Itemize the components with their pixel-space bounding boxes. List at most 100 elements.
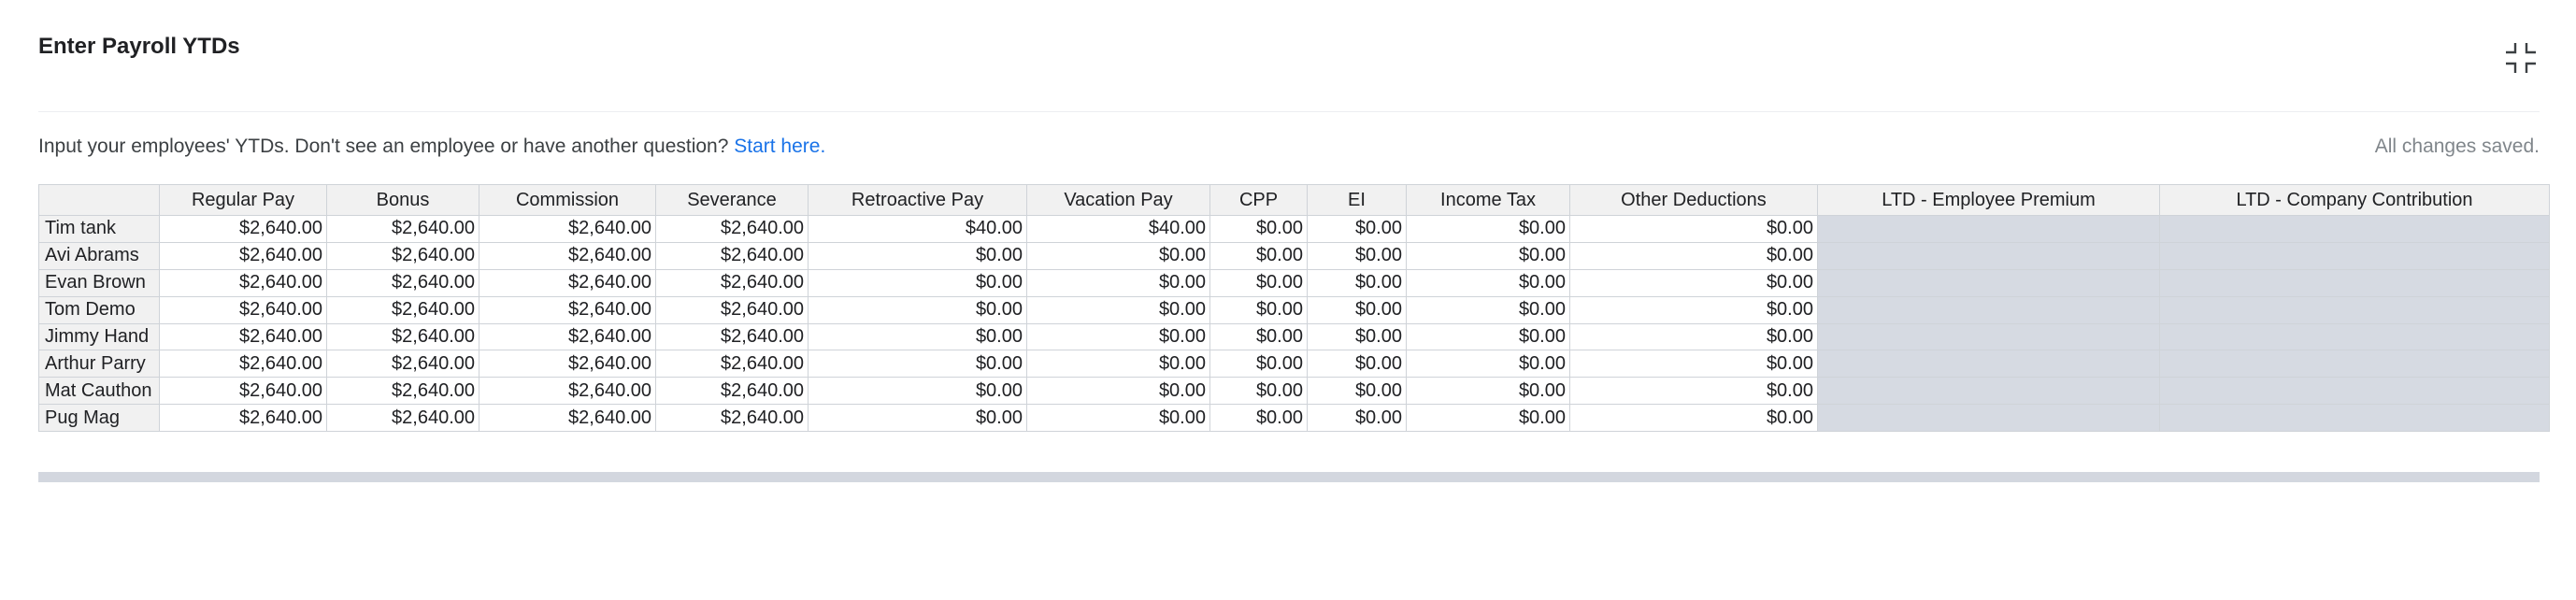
value-cell[interactable]: $0.00 bbox=[1209, 215, 1308, 243]
column-header-ltd-employee-premium[interactable]: LTD - Employee Premium bbox=[1817, 184, 2160, 216]
value-cell[interactable]: $0.00 bbox=[1209, 404, 1308, 433]
column-header-commission[interactable]: Commission bbox=[479, 184, 656, 216]
value-cell[interactable]: $0.00 bbox=[1209, 350, 1308, 379]
value-cell[interactable]: $2,640.00 bbox=[159, 295, 327, 324]
value-cell[interactable]: $0.00 bbox=[1569, 241, 1818, 270]
value-cell[interactable]: $2,640.00 bbox=[655, 241, 809, 270]
value-cell[interactable]: $2,640.00 bbox=[655, 350, 809, 379]
value-cell[interactable]: $2,640.00 bbox=[655, 404, 809, 433]
disabled-cell bbox=[2159, 350, 2550, 379]
value-cell[interactable]: $0.00 bbox=[1209, 268, 1308, 297]
value-cell[interactable]: $0.00 bbox=[1307, 215, 1407, 243]
value-cell[interactable]: $2,640.00 bbox=[326, 350, 479, 379]
column-header-severance[interactable]: Severance bbox=[655, 184, 809, 216]
value-cell[interactable]: $0.00 bbox=[808, 322, 1027, 351]
value-cell[interactable]: $0.00 bbox=[1209, 295, 1308, 324]
column-header-vacation-pay[interactable]: Vacation Pay bbox=[1026, 184, 1210, 216]
value-cell[interactable]: $0.00 bbox=[1406, 377, 1570, 406]
column-header-retroactive-pay[interactable]: Retroactive Pay bbox=[808, 184, 1027, 216]
value-cell[interactable]: $2,640.00 bbox=[655, 322, 809, 351]
value-cell[interactable]: $2,640.00 bbox=[655, 268, 809, 297]
value-cell[interactable]: $2,640.00 bbox=[159, 268, 327, 297]
value-cell[interactable]: $0.00 bbox=[1026, 241, 1210, 270]
value-cell[interactable]: $2,640.00 bbox=[655, 215, 809, 243]
value-cell[interactable]: $0.00 bbox=[1569, 268, 1818, 297]
value-cell[interactable]: $0.00 bbox=[1307, 268, 1407, 297]
value-cell[interactable]: $0.00 bbox=[808, 241, 1027, 270]
value-cell[interactable]: $2,640.00 bbox=[655, 377, 809, 406]
value-cell[interactable]: $0.00 bbox=[1406, 322, 1570, 351]
value-cell[interactable]: $2,640.00 bbox=[479, 350, 656, 379]
value-cell[interactable]: $40.00 bbox=[808, 215, 1027, 243]
value-cell[interactable]: $0.00 bbox=[1026, 322, 1210, 351]
value-cell[interactable]: $0.00 bbox=[808, 295, 1027, 324]
value-cell[interactable]: $0.00 bbox=[1406, 268, 1570, 297]
value-cell[interactable]: $0.00 bbox=[1026, 404, 1210, 433]
value-cell[interactable]: $2,640.00 bbox=[326, 241, 479, 270]
value-cell[interactable]: $2,640.00 bbox=[326, 295, 479, 324]
value-cell[interactable]: $0.00 bbox=[1209, 377, 1308, 406]
column-header-bonus[interactable]: Bonus bbox=[326, 184, 479, 216]
value-cell[interactable]: $2,640.00 bbox=[326, 404, 479, 433]
value-cell[interactable]: $0.00 bbox=[1569, 215, 1818, 243]
value-cell[interactable]: $0.00 bbox=[1026, 350, 1210, 379]
value-cell[interactable]: $0.00 bbox=[808, 377, 1027, 406]
value-cell[interactable]: $2,640.00 bbox=[655, 295, 809, 324]
value-cell[interactable]: $0.00 bbox=[1406, 295, 1570, 324]
value-cell[interactable]: $0.00 bbox=[1209, 241, 1308, 270]
value-cell[interactable]: $2,640.00 bbox=[159, 404, 327, 433]
value-cell[interactable]: $0.00 bbox=[1026, 268, 1210, 297]
value-cell[interactable]: $0.00 bbox=[1406, 350, 1570, 379]
column-header-other-deductions[interactable]: Other Deductions bbox=[1569, 184, 1818, 216]
value-cell[interactable]: $0.00 bbox=[1569, 295, 1818, 324]
value-cell[interactable]: $0.00 bbox=[808, 268, 1027, 297]
value-cell[interactable]: $0.00 bbox=[1307, 404, 1407, 433]
value-cell[interactable]: $0.00 bbox=[808, 350, 1027, 379]
column-header-ltd-company-contribution[interactable]: LTD - Company Contribution bbox=[2159, 184, 2550, 216]
value-cell[interactable]: $0.00 bbox=[1307, 295, 1407, 324]
value-cell[interactable]: $2,640.00 bbox=[159, 377, 327, 406]
value-cell[interactable]: $2,640.00 bbox=[326, 215, 479, 243]
value-cell[interactable]: $0.00 bbox=[1569, 322, 1818, 351]
value-cell[interactable]: $2,640.00 bbox=[159, 350, 327, 379]
value-cell[interactable]: $0.00 bbox=[1569, 404, 1818, 433]
value-cell[interactable]: $2,640.00 bbox=[479, 295, 656, 324]
value-cell[interactable]: $2,640.00 bbox=[326, 377, 479, 406]
value-cell[interactable]: $2,640.00 bbox=[326, 322, 479, 351]
value-cell[interactable]: $2,640.00 bbox=[479, 404, 656, 433]
value-cell[interactable]: $2,640.00 bbox=[479, 377, 656, 406]
value-cell[interactable]: $2,640.00 bbox=[159, 322, 327, 351]
value-cell[interactable]: $0.00 bbox=[1026, 295, 1210, 324]
value-cell[interactable]: $0.00 bbox=[1026, 377, 1210, 406]
column-header-income-tax[interactable]: Income Tax bbox=[1406, 184, 1570, 216]
value-cell[interactable]: $2,640.00 bbox=[479, 268, 656, 297]
column-header-regular-pay[interactable]: Regular Pay bbox=[159, 184, 327, 216]
value-cell[interactable]: $0.00 bbox=[1569, 377, 1818, 406]
value-cell[interactable]: $0.00 bbox=[1307, 350, 1407, 379]
disabled-cell bbox=[2159, 268, 2550, 297]
value-cell[interactable]: $2,640.00 bbox=[159, 241, 327, 270]
start-here-link[interactable]: Start here. bbox=[734, 136, 825, 157]
value-cell[interactable]: $2,640.00 bbox=[326, 268, 479, 297]
collapse-button[interactable] bbox=[2502, 39, 2540, 77]
value-cell[interactable]: $2,640.00 bbox=[479, 322, 656, 351]
value-cell[interactable]: $0.00 bbox=[1406, 241, 1570, 270]
employee-name-cell: Tim tank bbox=[38, 215, 160, 243]
value-cell[interactable]: $2,640.00 bbox=[479, 215, 656, 243]
value-cell[interactable]: $0.00 bbox=[1406, 404, 1570, 433]
column-header-ei[interactable]: EI bbox=[1307, 184, 1407, 216]
value-cell[interactable]: $0.00 bbox=[1406, 215, 1570, 243]
value-cell[interactable]: $0.00 bbox=[1569, 350, 1818, 379]
table-row: Tim tank $2,640.00 $2,640.00 $2,640.00 $2,64… bbox=[38, 215, 2550, 243]
value-cell[interactable]: $0.00 bbox=[808, 404, 1027, 433]
value-cell[interactable]: $0.00 bbox=[1307, 241, 1407, 270]
value-cell[interactable]: $0.00 bbox=[1209, 322, 1308, 351]
value-cell[interactable]: $40.00 bbox=[1026, 215, 1210, 243]
column-header-cpp[interactable]: CPP bbox=[1209, 184, 1308, 216]
value-cell[interactable]: $2,640.00 bbox=[159, 215, 327, 243]
value-cell[interactable]: $0.00 bbox=[1307, 322, 1407, 351]
value-cell[interactable]: $2,640.00 bbox=[479, 241, 656, 270]
instructions-bar: Input your employees' YTDs. Don't see an… bbox=[38, 131, 2540, 163]
horizontal-scrollbar[interactable] bbox=[38, 472, 2540, 482]
value-cell[interactable]: $0.00 bbox=[1307, 377, 1407, 406]
